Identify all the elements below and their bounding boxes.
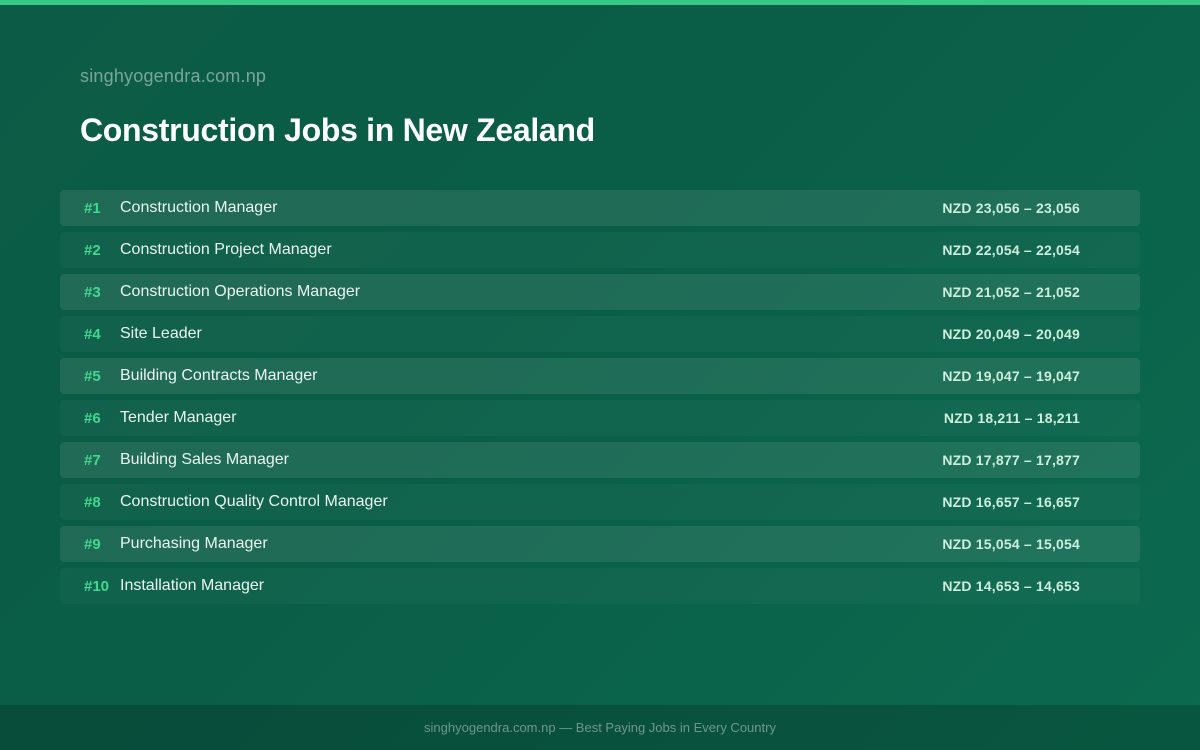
job-row: #1 Construction Manager NZD 23,056 – 23,… <box>60 190 1140 226</box>
job-list: #1 Construction Manager NZD 23,056 – 23,… <box>60 190 1140 610</box>
job-title: Installation Manager <box>120 577 265 594</box>
top-accent-bar <box>0 0 1200 5</box>
job-salary: NZD 22,054 – 22,054 <box>942 242 1080 258</box>
job-title: Construction Project Manager <box>120 241 332 258</box>
footer-text: singhyogendra.com.np — Best Paying Jobs … <box>424 720 776 735</box>
site-name: singhyogendra.com.np <box>80 66 267 86</box>
job-rank: #2 <box>84 241 101 259</box>
job-rank: #7 <box>84 451 101 469</box>
job-rank: #1 <box>84 199 101 217</box>
job-row: #10 Installation Manager NZD 14,653 – 14… <box>60 568 1140 604</box>
job-salary: NZD 14,653 – 14,653 <box>942 578 1080 594</box>
job-salary: NZD 19,047 – 19,047 <box>942 368 1080 384</box>
job-salary: NZD 16,657 – 16,657 <box>942 494 1080 510</box>
job-row: #7 Building Sales Manager NZD 17,877 – 1… <box>60 442 1140 478</box>
job-title: Site Leader <box>120 325 202 342</box>
job-rank: #6 <box>84 409 101 427</box>
job-rank: #5 <box>84 367 101 385</box>
job-title: Tender Manager <box>120 409 237 426</box>
job-rank: #3 <box>84 283 101 301</box>
footer: singhyogendra.com.np — Best Paying Jobs … <box>0 705 1200 750</box>
job-rank: #10 <box>84 577 110 595</box>
job-row: #2 Construction Project Manager NZD 22,0… <box>60 232 1140 268</box>
job-row: #4 Site Leader NZD 20,049 – 20,049 <box>60 316 1140 352</box>
job-row: #3 Construction Operations Manager NZD 2… <box>60 274 1140 310</box>
job-title: Building Contracts Manager <box>120 367 318 384</box>
job-salary: NZD 18,211 – 18,211 <box>943 410 1080 426</box>
job-salary: NZD 15,054 – 15,054 <box>942 536 1080 552</box>
job-title: Construction Operations Manager <box>120 283 361 300</box>
page-title: Construction Jobs in New Zealand <box>80 112 595 148</box>
job-salary: NZD 17,877 – 17,877 <box>942 452 1080 468</box>
job-salary: NZD 20,049 – 20,049 <box>942 326 1080 342</box>
job-row: #9 Purchasing Manager NZD 15,054 – 15,05… <box>60 526 1140 562</box>
job-salary: NZD 21,052 – 21,052 <box>942 284 1080 300</box>
job-title: Building Sales Manager <box>120 451 289 468</box>
job-title: Purchasing Manager <box>120 535 268 552</box>
job-rank: #9 <box>84 535 101 553</box>
job-title: Construction Quality Control Manager <box>120 493 388 510</box>
job-rank: #4 <box>84 325 101 343</box>
job-row: #6 Tender Manager NZD 18,211 – 18,211 <box>60 400 1140 436</box>
job-title: Construction Manager <box>120 199 278 216</box>
job-row: #8 Construction Quality Control Manager … <box>60 484 1140 520</box>
job-row: #5 Building Contracts Manager NZD 19,047… <box>60 358 1140 394</box>
job-rank: #8 <box>84 493 101 511</box>
job-salary: NZD 23,056 – 23,056 <box>942 200 1080 216</box>
